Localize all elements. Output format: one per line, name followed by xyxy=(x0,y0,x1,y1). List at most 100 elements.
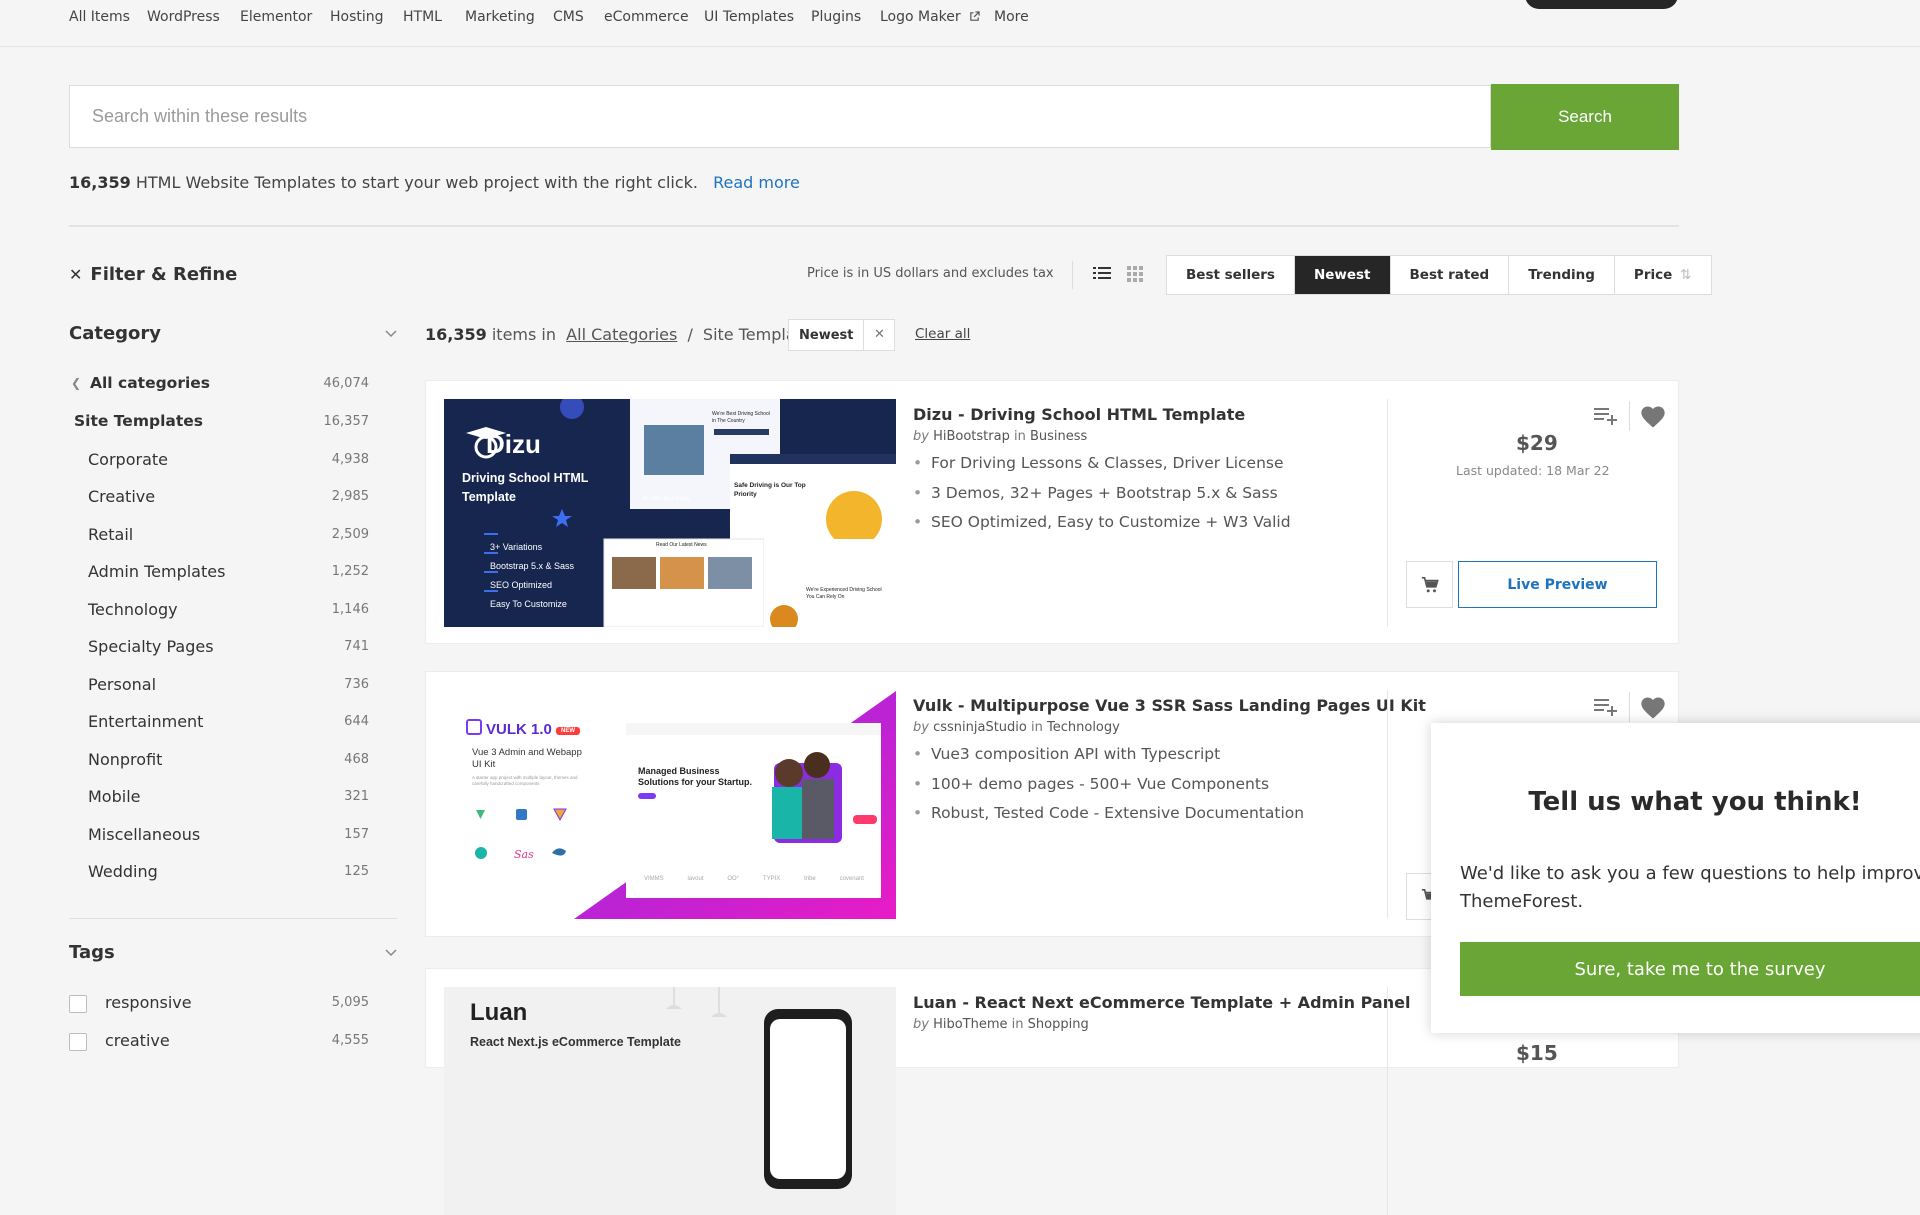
sidebar-category-item[interactable]: Creative 2,985 xyxy=(69,487,369,517)
category-label: Nonprofit xyxy=(88,750,163,769)
heart-icon[interactable] xyxy=(1639,694,1667,722)
category-count: 644 xyxy=(344,714,369,729)
category-label: Wedding xyxy=(88,862,158,881)
typescript-logo-icon xyxy=(516,809,527,820)
feature-item: SEO Optimized, Easy to Customize + W3 Va… xyxy=(913,508,1291,538)
tag-filter-creative[interactable]: creative 4,555 xyxy=(69,1031,369,1061)
thumb-logo: OO° xyxy=(727,876,740,882)
product-title[interactable]: Dizu - Driving School HTML Template xyxy=(913,405,1245,424)
nav-more[interactable]: More xyxy=(994,9,1029,25)
sidebar-category-item[interactable]: Entertainment 644 xyxy=(69,712,369,742)
read-more-link[interactable]: Read more xyxy=(713,173,800,192)
last-updated: Last updated: 18 Mar 22 xyxy=(1456,463,1610,478)
thumb-mini-text: Safe Driving is Our Top Priority xyxy=(734,482,806,498)
sidebar-category-item[interactable]: Technology 1,146 xyxy=(69,600,369,630)
product-thumbnail[interactable]: Sas VULK 1.0 NEW Vue 3 Admin and Webapp … xyxy=(444,691,896,919)
sort-best-sellers[interactable]: Best sellers xyxy=(1167,256,1295,294)
sidebar-category-item[interactable]: Specialty Pages 741 xyxy=(69,637,369,667)
add-to-cart-button[interactable] xyxy=(1406,561,1453,608)
divider xyxy=(69,918,397,919)
category-count: 468 xyxy=(344,752,369,767)
nav-logo-maker[interactable]: Logo Maker xyxy=(880,9,980,25)
add-to-collection-icon[interactable] xyxy=(1591,692,1619,720)
external-link-icon xyxy=(970,11,980,21)
nav-cms[interactable]: CMS xyxy=(553,9,584,25)
category-link[interactable]: Shopping xyxy=(1028,1017,1089,1032)
category-link[interactable]: Business xyxy=(1030,429,1087,444)
sidebar-category-item[interactable]: Corporate 4,938 xyxy=(69,450,369,480)
nav-ui-templates[interactable]: UI Templates xyxy=(704,9,794,25)
sidebar-category-item[interactable]: Nonprofit 468 xyxy=(69,750,369,780)
category-count: 1,252 xyxy=(331,564,369,579)
sidebar-category-item[interactable]: Retail 2,509 xyxy=(69,525,369,555)
author-link[interactable]: HiBootstrap xyxy=(933,429,1010,444)
feature-item: For Driving Lessons & Classes, Driver Li… xyxy=(913,449,1291,479)
sort-options: Best sellers Newest Best rated Trending … xyxy=(1166,255,1712,295)
product-title[interactable]: Luan - React Next eCommerce Template + A… xyxy=(913,993,1410,1012)
breadcrumb-all-categories[interactable]: All Categories xyxy=(566,325,677,344)
sidebar-category-item[interactable]: Wedding 125 xyxy=(69,862,369,892)
category-count: 4,938 xyxy=(331,452,369,467)
category-label: Specialty Pages xyxy=(88,637,214,656)
by-text: by xyxy=(913,720,929,735)
sidebar-category-item[interactable]: Admin Templates 1,252 xyxy=(69,562,369,592)
filter-refine-toggle[interactable]: ✕ Filter & Refine xyxy=(69,264,237,285)
thumb-brand: Luan xyxy=(470,999,528,1026)
list-view-icon[interactable] xyxy=(1092,264,1112,284)
nav-wordpress[interactable]: WordPress xyxy=(147,9,220,25)
nav-plugins[interactable]: Plugins xyxy=(811,9,861,25)
tag-filter-responsive[interactable]: responsive 5,095 xyxy=(69,993,369,1023)
category-label: Retail xyxy=(88,525,134,544)
header-account-button[interactable] xyxy=(1525,0,1678,9)
tag-checkbox[interactable] xyxy=(69,995,87,1013)
sort-price[interactable]: Price ⇅ xyxy=(1615,256,1711,294)
clear-all-link[interactable]: Clear all xyxy=(915,326,970,342)
category-heading[interactable]: Category xyxy=(69,323,161,344)
nav-marketing[interactable]: Marketing xyxy=(465,9,535,25)
author-link[interactable]: HiboTheme xyxy=(933,1017,1007,1032)
sidebar-category-site-templates[interactable]: Site Templates 16,357 xyxy=(69,412,369,442)
survey-title: Tell us what you think! xyxy=(1528,787,1862,817)
product-byline: by HiboTheme in Shopping xyxy=(913,1017,1089,1032)
thumb-mock-title: Managed Business Solutions for your Star… xyxy=(638,766,752,787)
nav-elementor[interactable]: Elementor xyxy=(240,9,312,25)
sort-trending[interactable]: Trending xyxy=(1509,256,1615,294)
nav-hosting[interactable]: Hosting xyxy=(330,9,384,25)
thumb-logo: covenant xyxy=(839,876,864,882)
sort-best-rated[interactable]: Best rated xyxy=(1391,256,1510,294)
product-byline: by cssninjaStudio in Technology xyxy=(913,720,1120,735)
heart-icon[interactable] xyxy=(1639,403,1667,431)
category-label: Corporate xyxy=(88,450,168,469)
thumb-bullet: 3+ Variations xyxy=(490,542,543,552)
sidebar-category-item[interactable]: Miscellaneous 157 xyxy=(69,825,369,855)
tags-heading[interactable]: Tags xyxy=(69,942,115,963)
sidebar-category-all[interactable]: ❮ All categories 46,074 xyxy=(69,374,369,404)
category-link[interactable]: Technology xyxy=(1047,720,1120,735)
grid-view-icon[interactable] xyxy=(1125,264,1145,284)
sort-newest[interactable]: Newest xyxy=(1294,256,1391,294)
product-thumbnail[interactable]: Luan React Next.js eCommerce Template xyxy=(444,987,896,1215)
search-button[interactable]: Search xyxy=(1491,84,1679,150)
category-label: Admin Templates xyxy=(88,562,226,581)
in-text: in xyxy=(1013,429,1026,444)
category-count: 2,985 xyxy=(331,489,369,504)
product-title[interactable]: Vulk - Multipurpose Vue 3 SSR Sass Landi… xyxy=(913,696,1426,715)
remove-filter-icon[interactable]: ✕ xyxy=(863,320,894,350)
chevron-down-icon[interactable] xyxy=(385,946,397,958)
author-link[interactable]: cssninjaStudio xyxy=(933,720,1027,735)
tag-checkbox[interactable] xyxy=(69,1033,87,1051)
search-input[interactable]: Search within these results xyxy=(69,85,1491,148)
vulk-logo-icon xyxy=(466,719,482,735)
nav-all-items[interactable]: All Items xyxy=(69,9,130,25)
product-thumbnail[interactable]: Dizu Driving School HTML Template 3+ Var… xyxy=(444,399,896,627)
nav-ecommerce[interactable]: eCommerce xyxy=(604,9,689,25)
results-summary: 16,359 HTML Website Templates to start y… xyxy=(69,173,800,192)
sidebar-category-item[interactable]: Mobile 321 xyxy=(69,787,369,817)
by-text: by xyxy=(913,429,929,444)
add-to-collection-icon[interactable] xyxy=(1591,401,1619,429)
survey-button[interactable]: Sure, take me to the survey xyxy=(1460,942,1920,996)
live-preview-button[interactable]: Live Preview xyxy=(1458,561,1657,608)
nav-html[interactable]: HTML xyxy=(403,9,442,25)
sidebar-category-item[interactable]: Personal 736 xyxy=(69,675,369,705)
chevron-down-icon[interactable] xyxy=(385,327,397,339)
